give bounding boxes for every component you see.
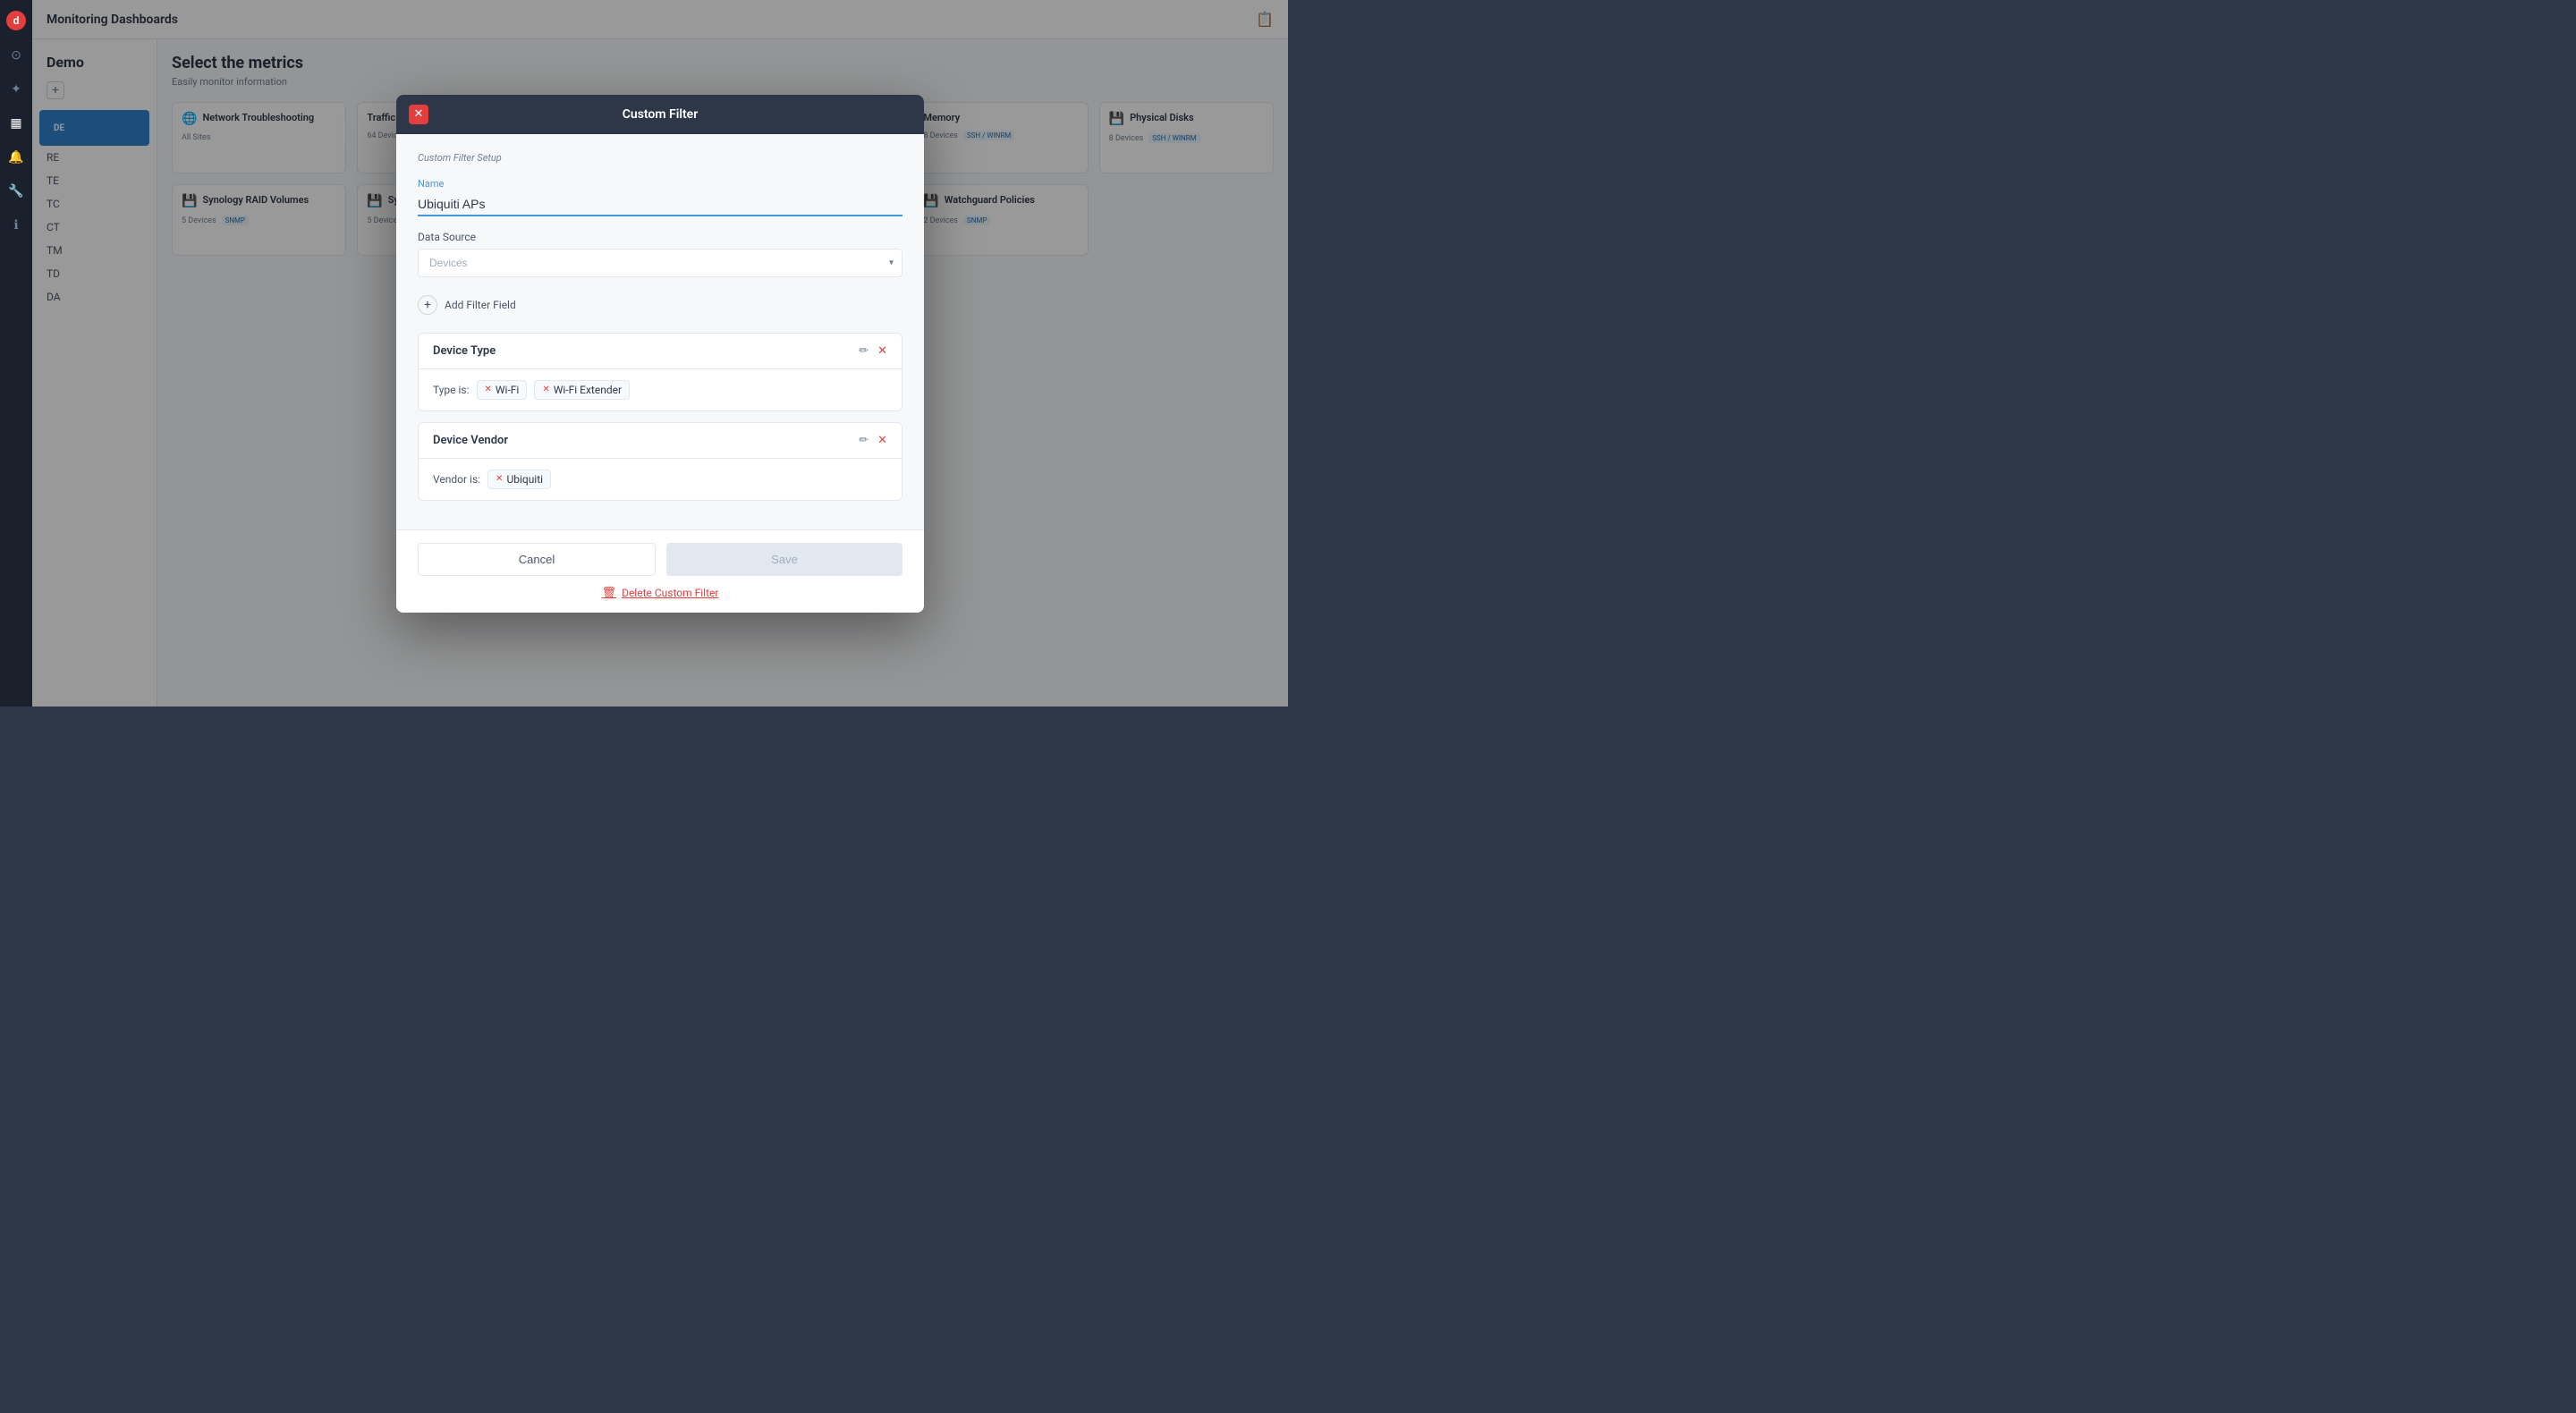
device-vendor-actions: ✏ ✕: [859, 434, 887, 447]
device-type-actions: ✏ ✕: [859, 344, 887, 358]
type-is-label: Type is:: [433, 384, 470, 396]
device-vendor-section-header: Device Vendor ✏ ✕: [419, 423, 902, 459]
app-logo[interactable]: d: [6, 11, 26, 30]
device-vendor-title: Device Vendor: [433, 434, 508, 447]
setup-label: Custom Filter Setup: [418, 152, 902, 164]
sidebar: d ⊙ ✦ ▦ 🔔 🔧 ℹ: [0, 0, 32, 706]
remove-wifi-extender-button[interactable]: ✕: [542, 385, 549, 394]
tag-wifi-extender-label: Wi-Fi Extender: [554, 384, 622, 396]
delete-device-type-button[interactable]: ✕: [877, 344, 887, 358]
tag-ubiquiti-label: Ubiquiti: [506, 473, 543, 486]
plus-icon: +: [418, 295, 437, 315]
device-type-filter-section: Device Type ✏ ✕ Type is: ✕ Wi-Fi: [418, 333, 902, 411]
delete-device-vendor-button[interactable]: ✕: [877, 434, 887, 447]
save-button[interactable]: Save: [666, 543, 902, 576]
name-label: Name: [418, 178, 902, 190]
device-vendor-body: Vendor is: ✕ Ubiquiti: [419, 459, 902, 500]
sidebar-item-grid[interactable]: ▦: [7, 114, 25, 132]
modal-close-button[interactable]: ✕: [409, 105, 428, 124]
datasource-select[interactable]: Devices: [418, 249, 902, 277]
custom-filter-modal: ✕ Custom Filter Custom Filter Setup Name…: [396, 95, 924, 613]
modal-footer: Cancel Save 🗑 Delete Custom Filter: [396, 529, 924, 613]
tag-wifi-label: Wi-Fi: [496, 384, 519, 396]
modal-title: Custom Filter: [414, 107, 906, 122]
main-content: Monitoring Dashboards 📋 Demo + DE RE TE …: [32, 0, 1288, 706]
datasource-label: Data Source: [418, 231, 902, 243]
trash-icon: 🗑: [602, 587, 617, 600]
footer-buttons: Cancel Save: [418, 543, 902, 576]
modal-header: ✕ Custom Filter: [396, 95, 924, 134]
device-vendor-filter-section: Device Vendor ✏ ✕ Vendor is: ✕ Ubiquiti: [418, 422, 902, 501]
vendor-is-label: Vendor is:: [433, 473, 480, 486]
device-type-body: Type is: ✕ Wi-Fi ✕ Wi-Fi Extender: [419, 369, 902, 410]
tag-wifi-extender: ✕ Wi-Fi Extender: [534, 380, 630, 400]
tag-ubiquiti: ✕ Ubiquiti: [487, 470, 551, 489]
datasource-select-wrapper: Devices ▾: [418, 249, 902, 277]
name-input[interactable]: [418, 193, 902, 216]
delete-filter-label: Delete Custom Filter: [622, 587, 718, 599]
add-filter-label: Add Filter Field: [445, 299, 516, 311]
sidebar-item-analytics[interactable]: ✦: [7, 80, 25, 98]
cancel-button[interactable]: Cancel: [418, 543, 656, 576]
sidebar-item-notifications[interactable]: 🔔: [7, 148, 25, 166]
remove-wifi-button[interactable]: ✕: [485, 385, 492, 394]
remove-ubiquiti-button[interactable]: ✕: [496, 474, 503, 484]
device-type-section-header: Device Type ✏ ✕: [419, 334, 902, 369]
sidebar-item-dashboard[interactable]: ⊙: [7, 47, 25, 64]
delete-custom-filter-button[interactable]: 🗑 Delete Custom Filter: [418, 587, 902, 600]
device-type-title: Device Type: [433, 344, 496, 358]
edit-device-type-button[interactable]: ✏: [859, 344, 869, 358]
sidebar-item-info[interactable]: ℹ: [7, 216, 25, 234]
sidebar-item-settings[interactable]: 🔧: [7, 182, 25, 200]
tag-wifi: ✕ Wi-Fi: [477, 380, 528, 400]
name-field-group: Name: [418, 178, 902, 216]
edit-device-vendor-button[interactable]: ✏: [859, 434, 869, 447]
add-filter-button[interactable]: + Add Filter Field: [418, 292, 902, 318]
modal-body: Custom Filter Setup Name Data Source Dev…: [396, 134, 924, 529]
datasource-field-group: Data Source Devices ▾: [418, 231, 902, 277]
modal-overlay: ✕ Custom Filter Custom Filter Setup Name…: [32, 0, 1288, 706]
